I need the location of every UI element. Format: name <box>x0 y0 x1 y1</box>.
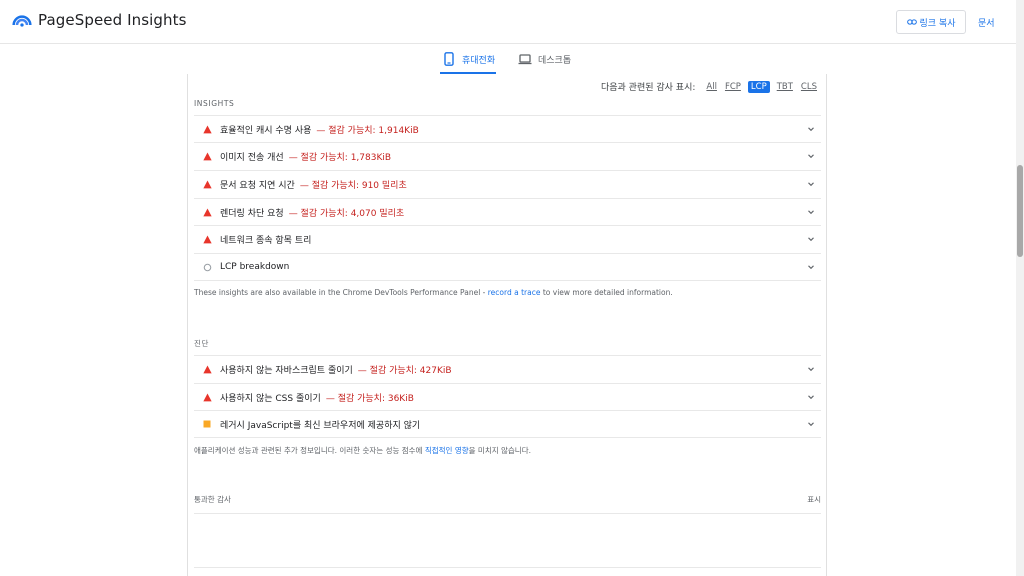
page-scrollbar[interactable] <box>1016 0 1024 576</box>
link-icon <box>906 19 917 25</box>
note-text: 애플리케이션 성능과 관련된 추가 정보입니다. 이러한 숫자는 성능 점수에 <box>194 446 425 455</box>
passed-audits-title: 통과한 감사 <box>194 495 231 504</box>
copy-link-button[interactable]: 링크 복사 <box>896 10 966 34</box>
tab-desktop-label: 데스크톱 <box>538 55 572 66</box>
chevron-down-icon <box>808 237 814 242</box>
fail-triangle-icon <box>202 207 212 217</box>
record-trace-link[interactable]: record a trace <box>488 288 541 297</box>
insight-row[interactable]: 렌더링 차단 요청 — 절감 가능치: 4,070 밀리초 <box>194 198 821 225</box>
tab-mobile-label: 휴대전화 <box>462 55 496 66</box>
fail-triangle-icon <box>202 234 212 244</box>
insight-saving: — 절감 가능치: 910 밀리초 <box>299 180 407 191</box>
insight-saving: — 절감 가능치: 1,914KiB <box>316 125 419 136</box>
filter-chip-cls[interactable]: CLS <box>800 82 818 92</box>
diagnostic-row[interactable]: 사용하지 않는 CSS 줄이기 — 절감 가능치: 36KiB <box>194 383 821 410</box>
device-tabs: 휴대전화 데스크톱 <box>0 44 1016 74</box>
insight-row[interactable]: 네트워크 종속 항목 트리 <box>194 225 821 252</box>
filter-label: 다음과 관련된 감사 표시: <box>600 83 696 93</box>
copy-link-label: 링크 복사 <box>919 18 956 29</box>
filter-chip-all[interactable]: All <box>705 82 718 92</box>
show-passed-toggle[interactable]: 표시 <box>807 494 821 513</box>
fail-triangle-icon <box>202 392 212 402</box>
insight-row[interactable]: 문서 요청 지연 시간 — 절감 가능치: 910 밀리초 <box>194 170 821 197</box>
audit-panel: 다음과 관련된 감사 표시: All FCP LCP TBT CLS INSIG… <box>187 74 827 576</box>
diagnostic-label: 레거시 JavaScript를 최신 브라우저에 제공하지 않기 <box>220 420 421 431</box>
chevron-down-icon <box>808 265 814 270</box>
insight-saving: — 절감 가능치: 1,783KiB <box>288 152 392 163</box>
diagnostic-label: 사용하지 않는 CSS 줄이기 <box>220 393 321 404</box>
chevron-down-icon <box>808 154 814 159</box>
insight-label: 이미지 전송 개선 <box>220 152 284 163</box>
diagnostic-saving: — 절감 가능치: 36KiB <box>325 393 414 404</box>
insight-label: 효율적인 캐시 수명 사용 <box>220 125 312 136</box>
filter-chip-tbt[interactable]: TBT <box>776 82 794 92</box>
direct-impact-link[interactable]: 직접적인 영향 <box>425 446 469 455</box>
fail-triangle-icon <box>202 364 212 374</box>
diagnostic-row[interactable]: 사용하지 않는 자바스크립트 줄이기 — 절감 가능치: 427KiB <box>194 355 821 382</box>
insights-title: INSIGHTS <box>194 99 235 108</box>
diagnostics-note: 애플리케이션 성능과 관련된 추가 정보입니다. 이러한 숫자는 성능 점수에 … <box>194 445 531 456</box>
info-circle-icon <box>202 262 212 272</box>
app-title: PageSpeed Insights <box>38 11 187 29</box>
psi-logo[interactable]: PageSpeed Insights <box>12 10 187 30</box>
chevron-down-icon <box>808 367 814 372</box>
fail-triangle-icon <box>202 124 212 134</box>
insight-label: 네트워크 종속 항목 트리 <box>220 235 312 246</box>
smartphone-icon <box>444 52 454 66</box>
pagespeed-logo-icon <box>12 15 32 27</box>
chevron-down-icon <box>808 127 814 132</box>
docs-link[interactable]: 문서 <box>978 16 995 29</box>
laptop-icon <box>518 54 532 65</box>
insight-saving: — 절감 가능치: 4,070 밀리초 <box>288 208 405 219</box>
filter-chip-lcp[interactable]: LCP <box>747 80 770 93</box>
tab-desktop[interactable]: 데스크톱 <box>518 44 571 74</box>
filter-chip-fcp[interactable]: FCP <box>724 82 742 92</box>
diagnostic-label: 사용하지 않는 자바스크립트 줄이기 <box>220 365 353 376</box>
passed-audits-header[interactable]: 통과한 감사 표시 <box>194 494 821 514</box>
chevron-down-icon <box>808 395 814 400</box>
insight-label: 렌더링 차단 요청 <box>220 208 284 219</box>
note-text: 을 미치지 않습니다. <box>468 446 531 455</box>
metric-filter-bar: 다음과 관련된 감사 표시: All FCP LCP TBT CLS <box>601 80 818 93</box>
insight-label: 문서 요청 지연 시간 <box>220 180 295 191</box>
diagnostics-title: 진단 <box>194 339 209 348</box>
note-text: to view more detailed information. <box>540 288 673 297</box>
fail-triangle-icon <box>202 179 212 189</box>
chevron-down-icon <box>808 422 814 427</box>
insight-row[interactable]: 효율적인 캐시 수명 사용 — 절감 가능치: 1,914KiB <box>194 115 821 142</box>
average-square-icon <box>202 419 212 429</box>
top-header: PageSpeed Insights 링크 복사 문서 <box>0 0 1016 44</box>
fail-triangle-icon <box>202 151 212 161</box>
divider <box>194 280 821 281</box>
diagnostic-row[interactable]: 레거시 JavaScript를 최신 브라우저에 제공하지 않기 <box>194 410 821 437</box>
insight-row[interactable]: 이미지 전송 개선 — 절감 가능치: 1,783KiB <box>194 142 821 169</box>
diagnostic-saving: — 절감 가능치: 427KiB <box>357 365 452 376</box>
note-text: These insights are also available in the… <box>194 288 488 297</box>
tab-mobile[interactable]: 휴대전화 <box>442 44 495 74</box>
insight-label: LCP breakdown <box>220 262 290 272</box>
chevron-down-icon <box>808 182 814 187</box>
insight-row[interactable]: LCP breakdown <box>194 253 821 280</box>
divider <box>194 567 821 568</box>
divider <box>194 437 821 438</box>
insights-note: These insights are also available in the… <box>194 288 673 297</box>
chevron-down-icon <box>808 210 814 215</box>
scrollbar-thumb[interactable] <box>1017 165 1023 257</box>
